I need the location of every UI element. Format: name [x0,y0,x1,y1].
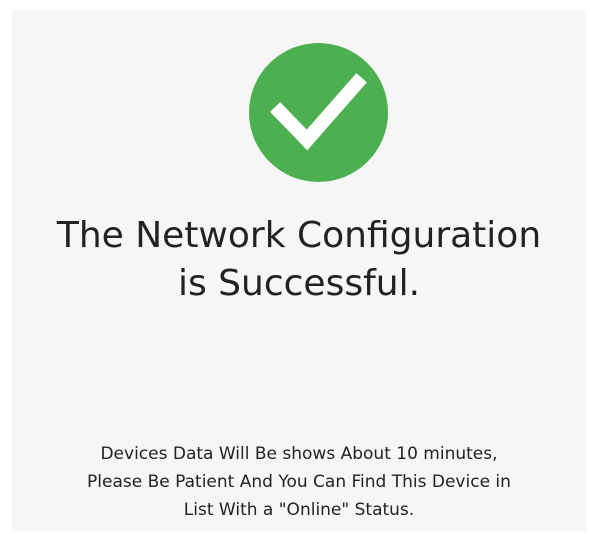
page-title: The Network Configuration is Successful. [12,212,586,308]
checkmark-icon [270,73,367,151]
message-line-1: Devices Data Will Be shows About 10 minu… [100,444,498,464]
title-line-2: is Successful. [177,263,421,304]
success-badge [249,43,388,182]
success-screen: The Network Configuration is Successful.… [12,10,586,531]
title-line-1: The Network Configuration [56,215,542,256]
info-message: Devices Data Will Be shows About 10 minu… [12,440,586,524]
message-line-3: List With a "Online" Status. [183,500,415,520]
message-line-2: Please Be Patient And You Can Find This … [87,472,511,492]
